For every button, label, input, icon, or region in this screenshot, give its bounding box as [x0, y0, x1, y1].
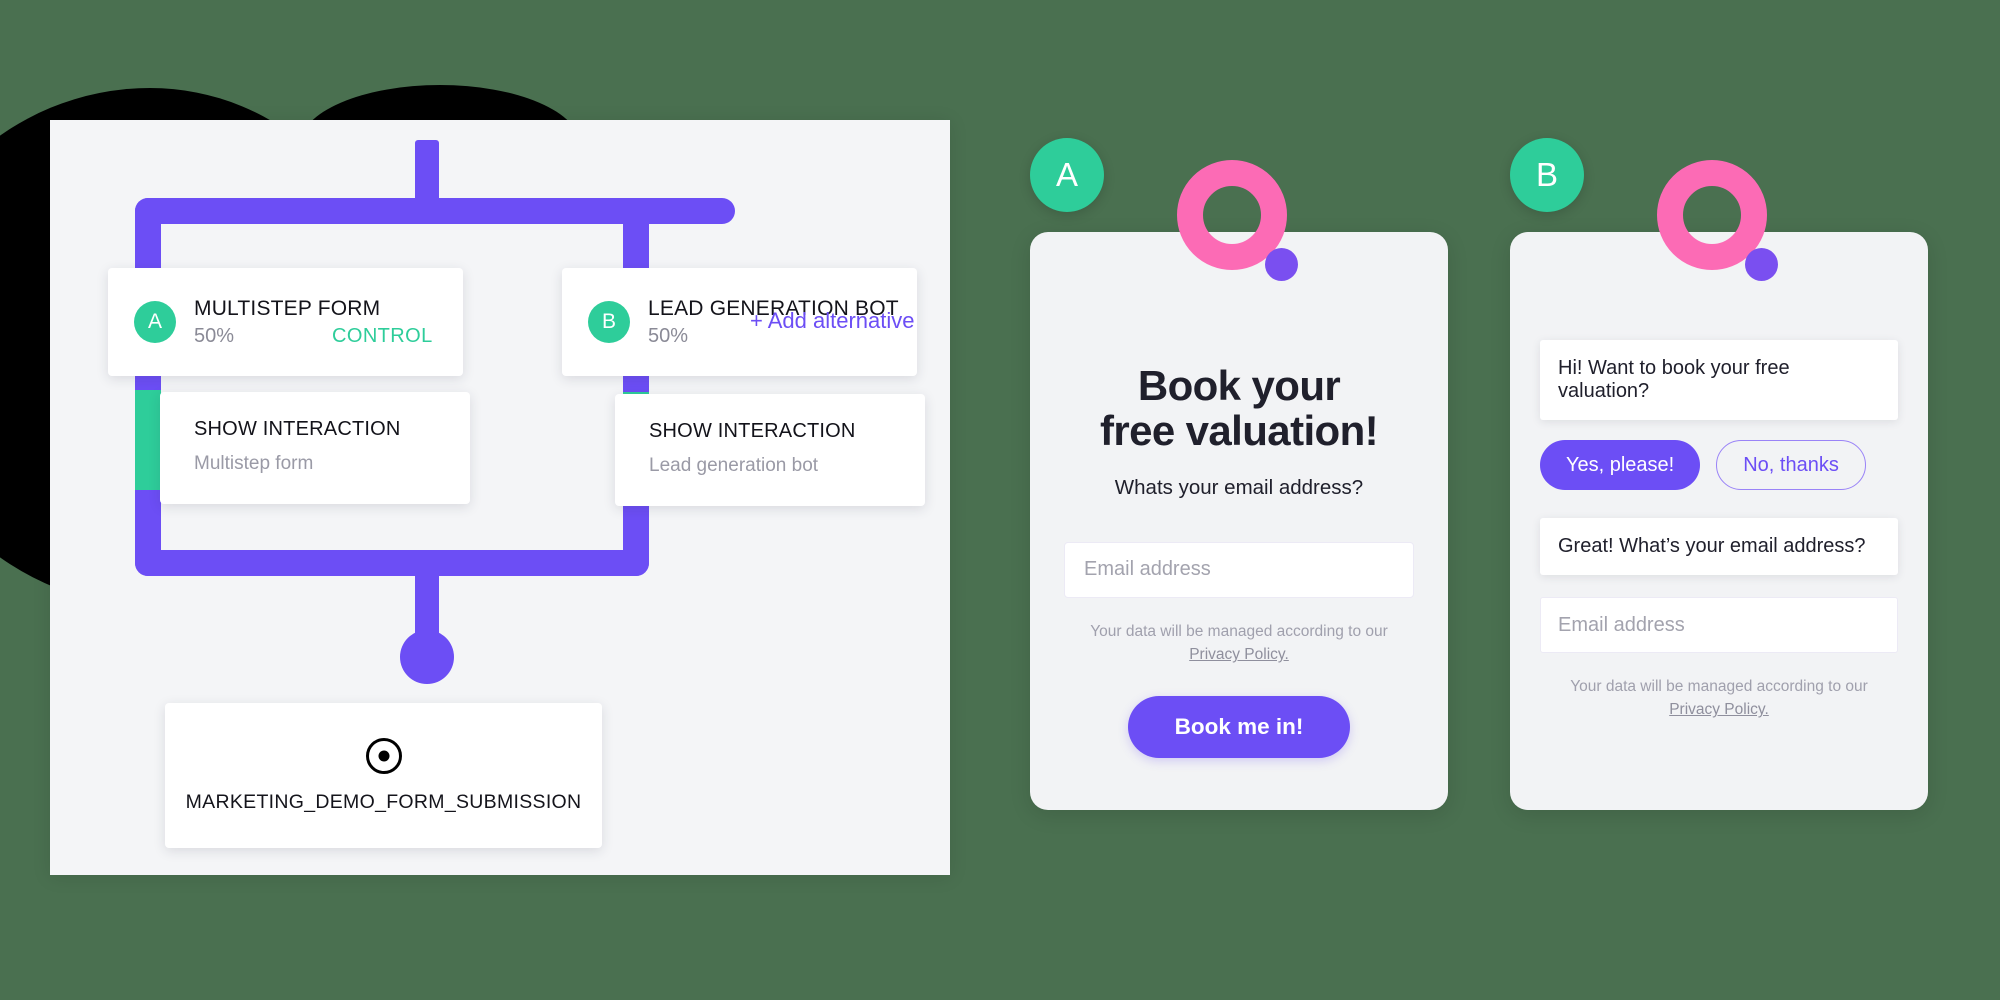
- experiment-flow-panel: A MULTISTEP FORM 50% CONTROL SHOW INTERA…: [50, 120, 950, 875]
- logo-dot-shape-b: [1745, 248, 1778, 281]
- flow-canvas: A MULTISTEP FORM 50% CONTROL SHOW INTERA…: [50, 120, 950, 875]
- connector-right-branch: [623, 198, 649, 576]
- goal-label: MARKETING_DEMO_FORM_SUBMISSION: [185, 790, 582, 813]
- connector-merge-bar: [135, 550, 649, 576]
- variant-b-body: Hi! Want to book your free valuation? Ye…: [1510, 232, 1928, 810]
- target-icon: [365, 737, 402, 774]
- bot-choice-no-button[interactable]: No, thanks: [1716, 440, 1866, 490]
- preview-a-headline: Book your free valuation!: [1064, 362, 1414, 454]
- connector-highlight-a: [135, 390, 161, 490]
- privacy-policy-link-b[interactable]: Privacy Policy.: [1669, 701, 1769, 718]
- privacy-note-a: Your data will be managed according to o…: [1064, 620, 1414, 667]
- action-card-a[interactable]: SHOW INTERACTION Multistep form: [160, 392, 470, 504]
- variant-title-a: MULTISTEP FORM: [194, 297, 381, 321]
- bot-choice-row: Yes, please! No, thanks: [1540, 440, 1898, 490]
- variant-sub-a: 50% CONTROL: [194, 325, 463, 348]
- preview-badge-a: A: [1030, 138, 1104, 212]
- privacy-policy-link-a[interactable]: Privacy Policy.: [1189, 646, 1289, 663]
- variant-percent-a: 50%: [194, 324, 235, 347]
- connector-end-dot: [400, 630, 454, 684]
- action-sub-b: Lead generation bot: [649, 455, 819, 476]
- bot-choice-yes-button[interactable]: Yes, please!: [1540, 440, 1701, 490]
- pink-ring-logo-icon: [1169, 160, 1309, 290]
- connector-left-branch: [135, 198, 161, 576]
- email-field-a[interactable]: Email address: [1064, 541, 1414, 598]
- pink-ring-logo-icon-b: [1649, 160, 1789, 290]
- book-me-in-button[interactable]: Book me in!: [1128, 696, 1350, 759]
- action-card-b[interactable]: SHOW INTERACTION Lead generation bot: [615, 394, 925, 506]
- variant-control-tag-a: CONTROL: [332, 324, 433, 347]
- privacy-note-b: Your data will be managed according to o…: [1540, 675, 1898, 722]
- preview-a-headline-line2: free valuation!: [1099, 406, 1379, 454]
- variant-badge-b: B: [588, 301, 630, 343]
- variant-a-body: Book your free valuation! Whats your ema…: [1030, 232, 1448, 810]
- add-alternative-button[interactable]: + Add alternative: [750, 308, 915, 334]
- variant-badge-a: A: [134, 301, 176, 343]
- action-sub-a: Multistep form: [194, 453, 314, 474]
- preview-badge-b: B: [1510, 138, 1584, 212]
- action-title-b: SHOW INTERACTION: [649, 420, 856, 442]
- variant-a-preview-panel: A Book your free valuation! Whats your e…: [1030, 138, 1448, 810]
- privacy-text-b: Your data will be managed according to o…: [1570, 678, 1868, 695]
- logo-dot-shape: [1265, 248, 1298, 281]
- connector-split-bar: [135, 198, 735, 224]
- privacy-text-a: Your data will be managed according to o…: [1090, 622, 1388, 640]
- preview-a-headline-line1: Book your: [1137, 362, 1341, 409]
- variant-meta-a: MULTISTEP FORM 50% CONTROL: [194, 296, 463, 347]
- variant-card-a[interactable]: A MULTISTEP FORM 50% CONTROL: [108, 268, 463, 376]
- variant-percent-b: 50%: [648, 324, 689, 347]
- variant-b-preview-panel: B Hi! Want to book your free valuation? …: [1510, 138, 1928, 810]
- action-title-a: SHOW INTERACTION: [194, 418, 401, 440]
- preview-a-subhead: Whats your email address?: [1114, 475, 1364, 499]
- bot-message-bubble-2: Great! What’s your email address?: [1540, 518, 1898, 575]
- email-field-b[interactable]: Email address: [1540, 597, 1898, 653]
- goal-card[interactable]: MARKETING_DEMO_FORM_SUBMISSION: [165, 703, 602, 848]
- bot-message-bubble-1: Hi! Want to book your free valuation?: [1540, 340, 1898, 420]
